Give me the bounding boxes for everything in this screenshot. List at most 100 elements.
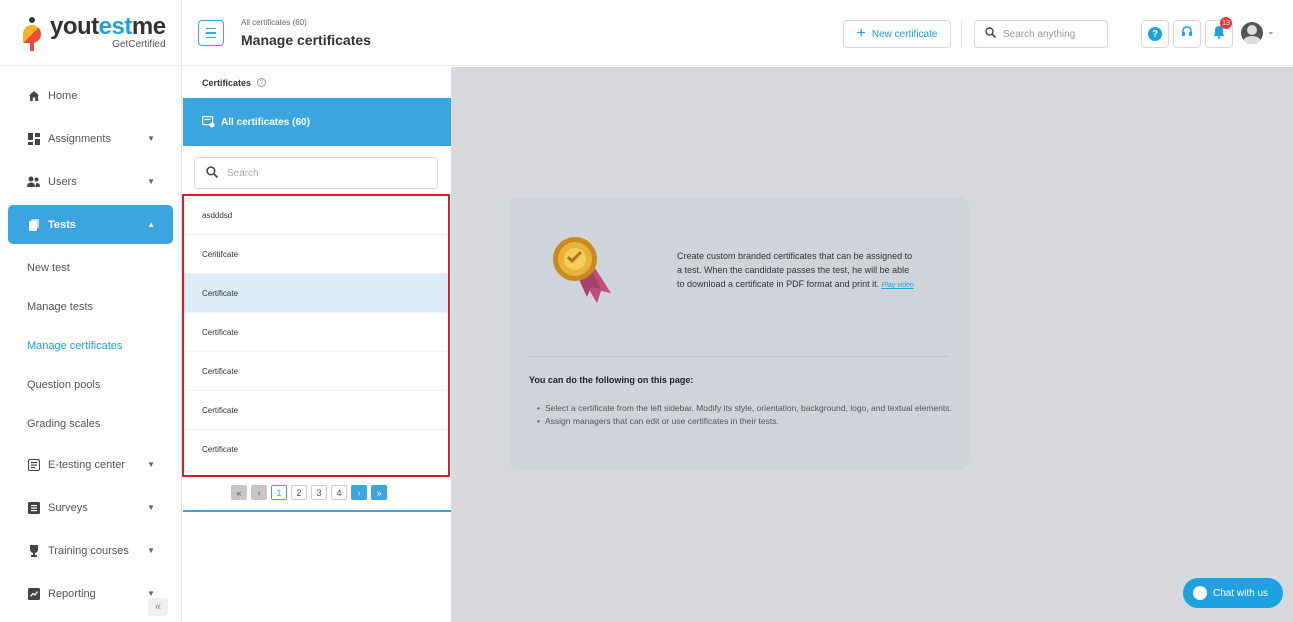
chevron-down-icon: ▼ [147,177,155,186]
logo-wordmark: youtestme [50,13,166,40]
list-item[interactable]: Certificate [184,313,448,352]
sidebar-item-label: Reporting [48,587,96,600]
surveys-icon [27,501,40,514]
tests-icon [27,218,40,231]
search-icon [985,27,997,41]
card-bullet-list: Select a certificate from the left sideb… [537,402,957,428]
sidebar-subitem-question-pools[interactable]: Question pools [0,365,181,404]
global-search-placeholder: Search anything [1003,28,1076,40]
last-page-button[interactable]: » [371,485,387,500]
certificates-panel: Certificates ? All certificates (60) Sea… [182,67,451,622]
sidebar-item-label: Assignments [48,132,111,145]
logo-tagline: GetCertified [112,39,166,50]
page-3-button[interactable]: 3 [311,485,327,500]
list-item[interactable]: Ceritifcate [184,235,448,274]
chevron-down-icon: ▼ [147,503,155,512]
sidebar-subitem-grading-scales[interactable]: Grading scales [0,404,181,443]
prev-page-button[interactable]: ‹ [251,485,267,500]
new-certificate-label: New certificate [871,28,938,40]
sidebar-subitem-new-test[interactable]: New test [0,248,181,287]
sidebar-item-label: Tests [48,218,76,231]
list-item[interactable]: asdddsd [184,196,448,235]
panel-divider [183,510,451,512]
sidebar-item-assignments[interactable]: Assignments ▼ [8,119,173,158]
certificate-search-input[interactable]: Search [194,157,438,189]
sidebar-item-label: Users [48,175,77,188]
list-item[interactable]: Certificate [184,430,448,469]
top-header: All certificates (60) Manage certificate… [183,0,1293,66]
chevron-up-icon: ▲ [147,220,155,229]
home-icon [27,89,40,102]
info-icon[interactable]: ? [257,78,267,87]
chevron-down-icon: ▼ [147,134,155,143]
chat-icon [1193,586,1207,600]
info-card: Create custom branded certificates that … [509,197,969,469]
plus-icon: + [856,25,866,42]
support-button[interactable] [1173,20,1201,48]
sidebar-item-label: Surveys [48,501,88,514]
reporting-icon [27,587,40,600]
sidebar-item-users[interactable]: Users ▼ [8,162,173,201]
sidebar-item-training-courses[interactable]: Training courses ▼ [8,531,173,570]
sidebar-item-tests[interactable]: Tests ▲ [8,205,173,244]
sidebar-nav: Home Assignments ▼ Users ▼ Tests ▲ New t… [0,66,181,613]
chevron-down-icon[interactable]: ⌄ [1267,26,1275,37]
sidebar-item-label: Training courses [48,544,129,557]
page-4-button[interactable]: 4 [331,485,347,500]
certificate-search-placeholder: Search [227,167,259,179]
chat-label: Chat with us [1213,587,1269,599]
breadcrumb: All certificates (60) [241,18,307,27]
menu-toggle-button[interactable] [198,20,224,46]
sidebar-item-etesting-center[interactable]: E-testing center ▼ [8,445,173,484]
certificate-list: asdddsd Ceritifcate Certificate Certific… [182,194,450,477]
all-certificates-item[interactable]: All certificates (60) [183,98,451,146]
chevron-down-icon: ▼ [147,460,155,469]
chevron-down-icon: ▼ [147,546,155,555]
next-page-button[interactable]: › [351,485,367,500]
sidebar-item-home[interactable]: Home [8,76,173,115]
first-page-button[interactable]: « [231,485,247,500]
global-search-input[interactable]: Search anything [974,20,1108,48]
play-video-link[interactable]: Play video [882,282,914,289]
sidebar-item-label: E-testing center [48,458,126,471]
list-item[interactable]: Certificate [184,391,448,430]
list-item: Assign managers that can edit or use cer… [537,415,957,428]
header-divider [961,20,962,48]
certificate-icon [202,116,215,128]
page-2-button[interactable]: 2 [291,485,307,500]
sidebar-subitem-manage-certificates[interactable]: Manage certificates [0,326,181,365]
pagination: « ‹ 1 2 3 4 › » [231,485,387,500]
panel-title: Certificates ? [183,67,451,98]
medal-icon [551,235,611,305]
help-icon: ? [1148,27,1162,41]
left-sidebar: youtestme GetCertified Home Assignments … [0,0,182,622]
notification-count-badge: 13 [1220,17,1232,29]
sidebar-item-surveys[interactable]: Surveys ▼ [8,488,173,527]
page-title: Manage certificates [241,32,371,48]
users-icon [27,175,40,188]
list-item: Select a certificate from the left sideb… [537,402,957,415]
collapse-sidebar-button[interactable]: « [148,598,168,616]
all-certificates-label: All certificates (60) [221,116,310,128]
logo-mark-icon [20,15,44,51]
headset-icon [1180,25,1194,44]
card-divider [529,356,949,357]
etesting-icon [27,458,40,471]
card-heading: You can do the following on this page: [529,375,694,385]
notifications-button[interactable]: 13 [1205,17,1233,48]
hamburger-icon [206,27,216,30]
logo[interactable]: youtestme GetCertified [0,0,181,66]
help-button[interactable]: ? [1141,20,1169,48]
page-1-button[interactable]: 1 [271,485,287,500]
assignments-icon [27,132,40,145]
user-avatar[interactable] [1241,22,1263,44]
card-description: Create custom branded certificates that … [677,251,914,289]
chevron-down-icon: ▼ [147,589,155,598]
list-item[interactable]: Certificate [184,352,448,391]
trophy-icon [27,544,40,557]
new-certificate-button[interactable]: + New certificate [843,20,951,48]
search-icon [206,165,219,181]
list-item[interactable]: Certificate [184,274,448,313]
sidebar-subitem-manage-tests[interactable]: Manage tests [0,287,181,326]
chat-button[interactable]: Chat with us [1183,578,1283,608]
